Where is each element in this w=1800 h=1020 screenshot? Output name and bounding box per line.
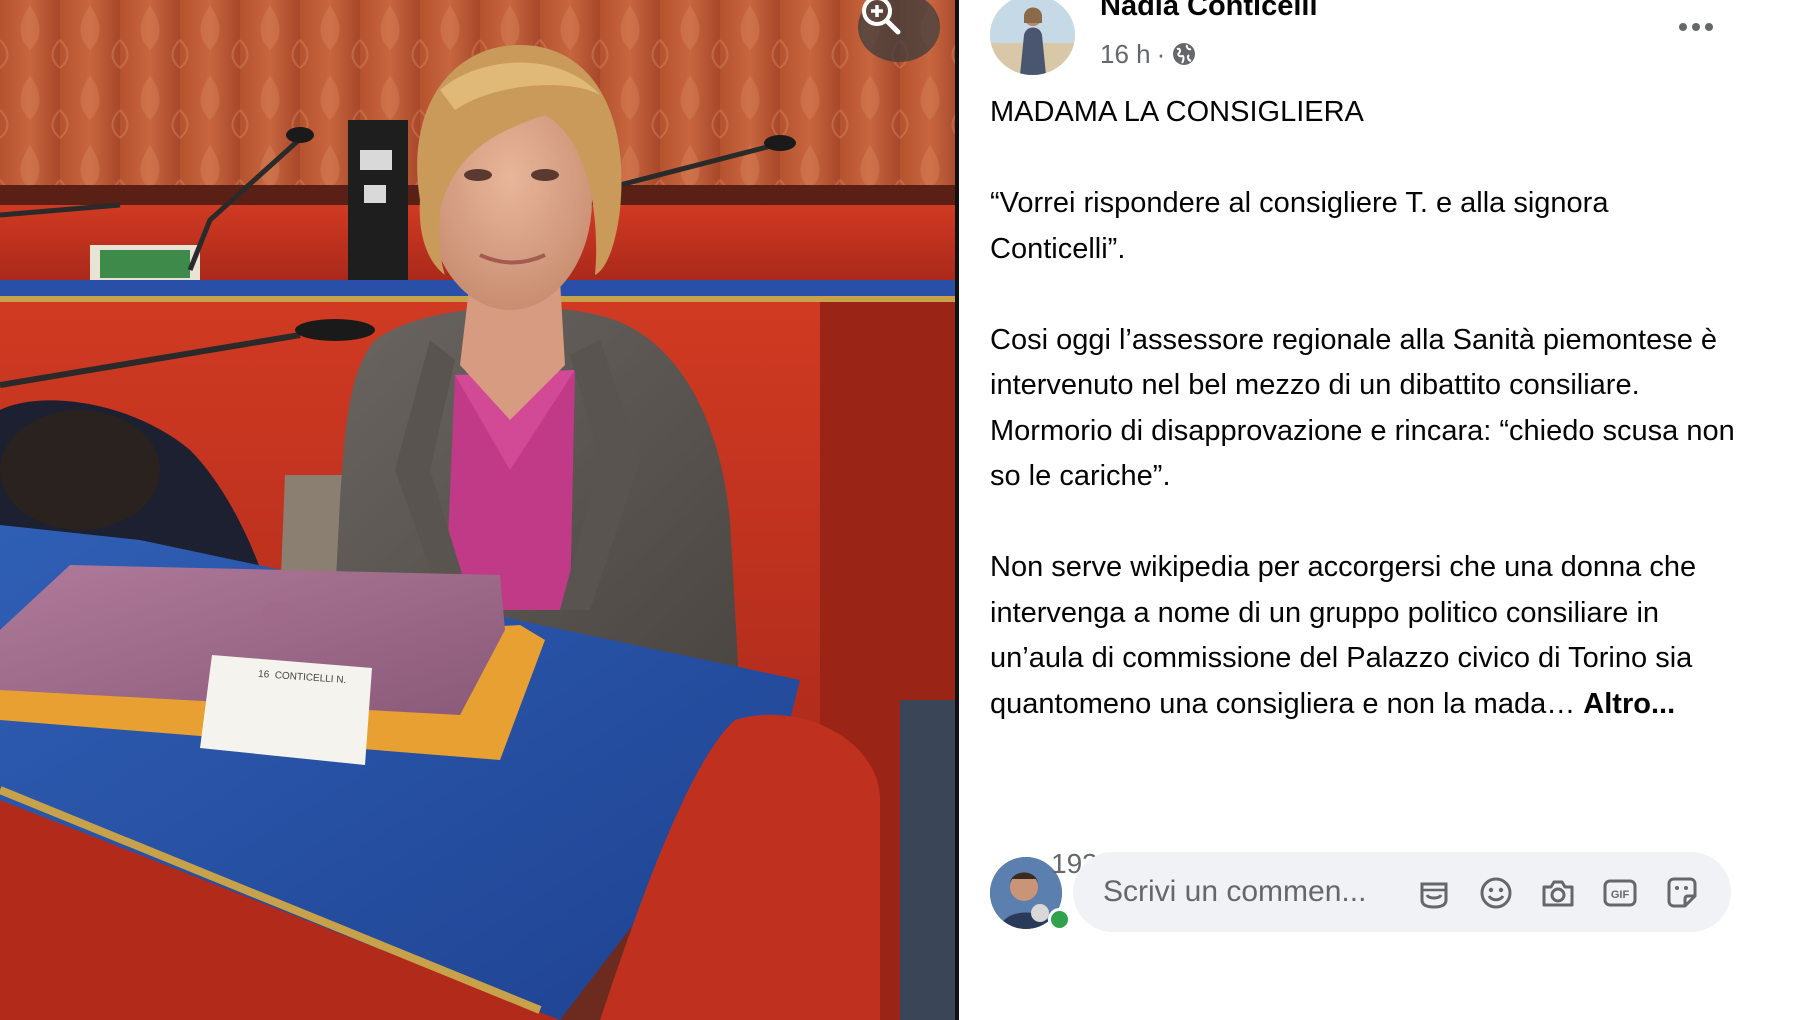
camera-icon[interactable] [1539, 874, 1577, 912]
gif-icon[interactable]: GIF [1601, 874, 1639, 912]
avatar-image [990, 0, 1075, 75]
post-time[interactable]: 16 h [1100, 38, 1151, 70]
online-status-dot [1048, 908, 1071, 931]
post-paragraph-truncated: Non serve wikipedia per accorgersi che u… [990, 545, 1750, 727]
more-options-button[interactable] [1671, 14, 1721, 40]
post-paragraph: Cosi oggi l’assessore regionale alla San… [990, 323, 1735, 493]
avatar-sticker-icon[interactable] [1415, 874, 1453, 912]
dot-icon [1705, 23, 1713, 31]
photo-illustration [0, 0, 955, 1020]
post-photo[interactable]: 16 CONTICELLI N. [0, 0, 955, 1020]
comment-input[interactable]: Scrivi un commen... [1103, 874, 1366, 910]
post-title: MADAMA LA CONSIGLIERA [990, 96, 1364, 128]
emoji-icon[interactable] [1477, 874, 1515, 912]
post-meta: 16 h · [1100, 38, 1197, 70]
see-more-link[interactable]: Altro... [1583, 688, 1675, 720]
gif-label: GIF [1611, 889, 1630, 901]
post-panel: Nadia Conticelli 16 h · MADAMA LA CONSIG… [959, 0, 1800, 1020]
zoom-in-icon [862, 0, 901, 35]
globe-icon[interactable] [1171, 41, 1197, 67]
dot-icon [1679, 23, 1687, 31]
meta-separator: · [1156, 39, 1166, 69]
post-text: MADAMA LA CONSIGLIERA “Vorrei rispondere… [990, 90, 1750, 727]
sticker-icon[interactable] [1663, 874, 1701, 912]
dot-icon [1692, 23, 1700, 31]
author-avatar[interactable] [990, 0, 1075, 75]
comment-composer[interactable]: Scrivi un commen... GIF [1073, 852, 1731, 932]
author-name[interactable]: Nadia Conticelli [1100, 0, 1318, 24]
post-paragraph: “Vorrei rispondere al consigliere T. e a… [990, 187, 1609, 265]
